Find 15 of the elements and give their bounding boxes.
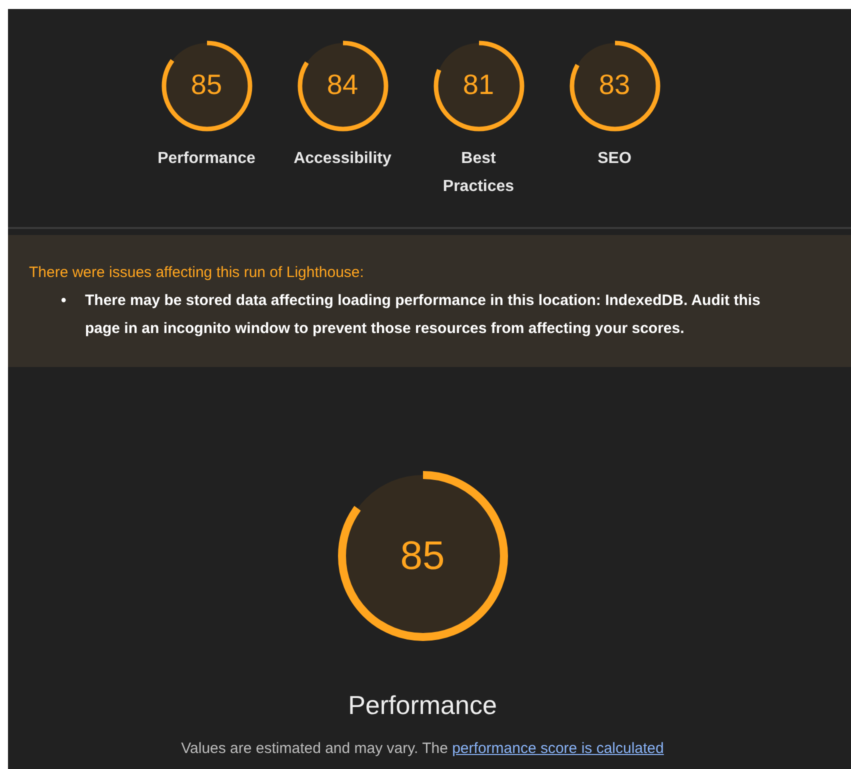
description-text: Values are estimated and may vary. The performance score is calculated (181, 739, 664, 759)
warning-item: There may be stored data affecting loading performance in this location: IndexedDB. Audit this page in an incognito window to prevent those resources from affecting your scores. (85, 291, 762, 339)
score-calculation-link[interactable]: performance score is calculated (452, 740, 664, 757)
score-value: 83 (598, 68, 632, 102)
category-label[interactable]: SEO (598, 145, 632, 173)
score-value: 85 (399, 533, 446, 580)
bullet: • (61, 291, 68, 311)
category-title: Performance (348, 689, 497, 721)
score-value: 85 (190, 68, 224, 102)
category-label[interactable]: Accessibility (294, 145, 392, 173)
score-value: 84 (326, 68, 360, 102)
warning-heading: There were issues affecting this run of Lighthouse: (29, 263, 365, 283)
score-value: 81 (462, 68, 496, 102)
category-label[interactable]: Performance (158, 145, 256, 173)
category-label[interactable]: Best Practices (424, 145, 534, 201)
